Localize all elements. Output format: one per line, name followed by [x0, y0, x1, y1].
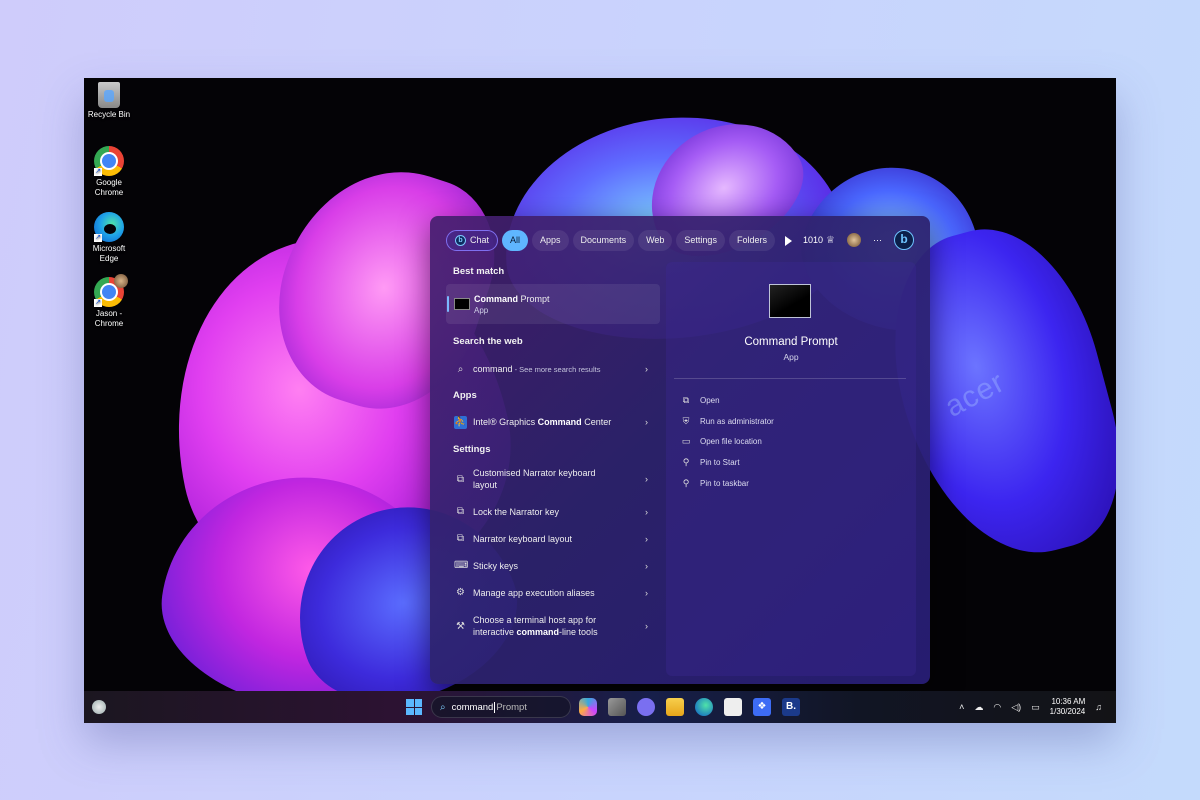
tab-chat[interactable]: b Chat	[446, 230, 499, 251]
teams-icon[interactable]	[637, 698, 655, 716]
dropbox-icon[interactable]: ❖	[753, 698, 771, 716]
setting-result[interactable]: ⚙ Manage app execution aliases ›	[446, 579, 660, 606]
admin-shield-icon: ⛨	[682, 415, 690, 426]
desktop-screen: acer Recycle Bin ↗ Google Chrome ↗ Micro…	[84, 78, 1116, 723]
onedrive-icon[interactable]: ☁	[974, 702, 983, 713]
recycle-bin-icon	[98, 82, 120, 108]
preview-title: Command Prompt	[744, 336, 838, 348]
tab-folders[interactable]: Folders	[728, 230, 775, 251]
action-pin-to-taskbar[interactable]: ⚲ Pin to taskbar	[680, 473, 774, 494]
clock[interactable]: 10:36 AM 1/30/2024	[1050, 697, 1086, 717]
narrator-icon: ⧉	[456, 506, 465, 517]
action-run-as-administrator[interactable]: ⛨ Run as administrator	[680, 411, 774, 432]
section-settings: Settings	[453, 444, 491, 455]
intel-graphics-icon: ⛹	[454, 415, 467, 429]
booking-icon[interactable]: B.	[782, 698, 800, 716]
start-button[interactable]	[406, 699, 422, 715]
wifi-icon[interactable]: ◠	[993, 702, 1001, 713]
chevron-right-icon: ›	[645, 364, 648, 374]
app-settings-icon: ⚙	[456, 587, 465, 598]
setting-result[interactable]: ⌨ Sticky keys ›	[446, 552, 660, 579]
file-explorer-icon[interactable]	[666, 698, 684, 716]
filter-tabs: b Chat All Apps Documents Web Settings F…	[446, 230, 800, 251]
system-tray: ˄ ☁ ◠ ◁) ▭ 10:36 AM 1/30/2024 ♫	[959, 691, 1102, 723]
tab-apps[interactable]: Apps	[532, 230, 569, 251]
desktop-icon-google-chrome[interactable]: ↗ Google Chrome	[84, 146, 134, 198]
panel-toolbar: 1010 ♕ ··· b	[803, 230, 914, 250]
notification-bell-icon[interactable]: ♫	[1095, 702, 1102, 712]
copilot-icon[interactable]	[579, 698, 597, 716]
section-apps: Apps	[453, 390, 477, 401]
chrome-icon: ↗	[94, 146, 124, 176]
chevron-right-icon: ›	[645, 587, 648, 598]
volume-icon[interactable]: ◁)	[1011, 702, 1021, 713]
preview-subtitle: App	[783, 352, 799, 362]
narrator-icon: ⧉	[456, 533, 465, 544]
command-prompt-large-icon	[769, 284, 811, 318]
section-best-match: Best match	[453, 266, 505, 277]
action-open-file-location[interactable]: ▭ Open file location	[680, 431, 774, 452]
microsoft-store-icon[interactable]	[724, 698, 742, 716]
chrome-profile-icon: ↗	[94, 274, 128, 307]
pin-icon: ⚲	[682, 477, 690, 488]
more-tabs-play-icon[interactable]	[784, 235, 792, 246]
weather-widget-icon[interactable]	[92, 700, 106, 714]
best-match-command-prompt[interactable]: Command Prompt App	[446, 284, 660, 324]
preview-pane: Command Prompt App ⧉ Open ⛨ Run as admin…	[666, 262, 916, 676]
taskbar-search-input[interactable]: ⌕ command Prompt	[431, 696, 571, 718]
setting-result[interactable]: ⧉ Narrator keyboard layout ›	[446, 525, 660, 552]
tab-web[interactable]: Web	[638, 230, 673, 251]
desktop-icon-jason-chrome[interactable]: ↗ Jason - Chrome	[84, 274, 134, 329]
open-icon: ⧉	[682, 394, 690, 405]
chevron-right-icon: ›	[645, 417, 648, 427]
chevron-right-icon: ›	[645, 533, 648, 544]
setting-result[interactable]: ⚒ Choose a terminal host app for interac…	[446, 606, 660, 646]
divider	[674, 378, 906, 379]
tab-all[interactable]: All	[502, 230, 529, 251]
results-list: Best match Command Prompt App Search the…	[446, 262, 660, 646]
chevron-right-icon: ›	[645, 560, 648, 571]
chevron-right-icon: ›	[645, 506, 648, 517]
tab-documents[interactable]: Documents	[572, 230, 635, 251]
chevron-right-icon: ›	[645, 474, 648, 484]
bing-icon: b	[455, 235, 466, 246]
section-search-web: Search the web	[453, 336, 523, 347]
taskbar: ⌕ command Prompt ❖ B. ˄ ☁ ◠ ◁) ▭ 10:36 AM…	[84, 691, 1116, 723]
battery-icon[interactable]: ▭	[1031, 702, 1040, 713]
folder-icon: ▭	[681, 436, 691, 447]
edge-icon[interactable]	[695, 698, 713, 716]
chevron-right-icon: ›	[645, 621, 648, 631]
command-prompt-icon	[454, 298, 470, 310]
action-pin-to-start[interactable]: ⚲ Pin to Start	[680, 452, 774, 473]
bing-chat-button[interactable]: b	[894, 230, 914, 250]
user-avatar[interactable]	[847, 233, 861, 247]
app-result-intel-graphics[interactable]: ⛹ Intel® Graphics Command Center ›	[446, 406, 660, 438]
rewards-points[interactable]: 1010 ♕	[803, 235, 835, 246]
web-search-result[interactable]: ⌕ command - See more search results ›	[446, 352, 660, 386]
setting-result[interactable]: ⧉ Lock the Narrator key ›	[446, 498, 660, 525]
taskbar-apps: ❖ B.	[579, 698, 800, 716]
edge-icon: ↗	[94, 212, 124, 242]
search-icon: ⌕	[440, 701, 446, 713]
desktop-icon-recycle-bin[interactable]: Recycle Bin	[84, 82, 134, 120]
more-options-button[interactable]: ···	[873, 235, 882, 245]
task-view-icon[interactable]	[608, 698, 626, 716]
trophy-icon: ♕	[826, 234, 835, 246]
setting-result[interactable]: ⧉ Customised Narrator keyboard layout ›	[446, 460, 660, 498]
keyboard-icon: ⌨	[454, 560, 469, 571]
action-open[interactable]: ⧉ Open	[680, 390, 774, 411]
search-panel: b Chat All Apps Documents Web Settings F…	[430, 216, 930, 684]
selection-indicator	[447, 296, 449, 312]
chevron-up-icon[interactable]: ˄	[959, 702, 964, 712]
desktop-icon-microsoft-edge[interactable]: ↗ Microsoft Edge	[84, 212, 134, 264]
search-icon: ⌕	[457, 363, 464, 375]
tab-settings[interactable]: Settings	[676, 230, 725, 251]
pin-icon: ⚲	[682, 456, 690, 467]
narrator-icon: ⧉	[456, 473, 465, 485]
preview-actions: ⧉ Open ⛨ Run as administrator ▭ Open fil…	[680, 390, 774, 493]
terminal-settings-icon: ⚒	[456, 620, 465, 632]
